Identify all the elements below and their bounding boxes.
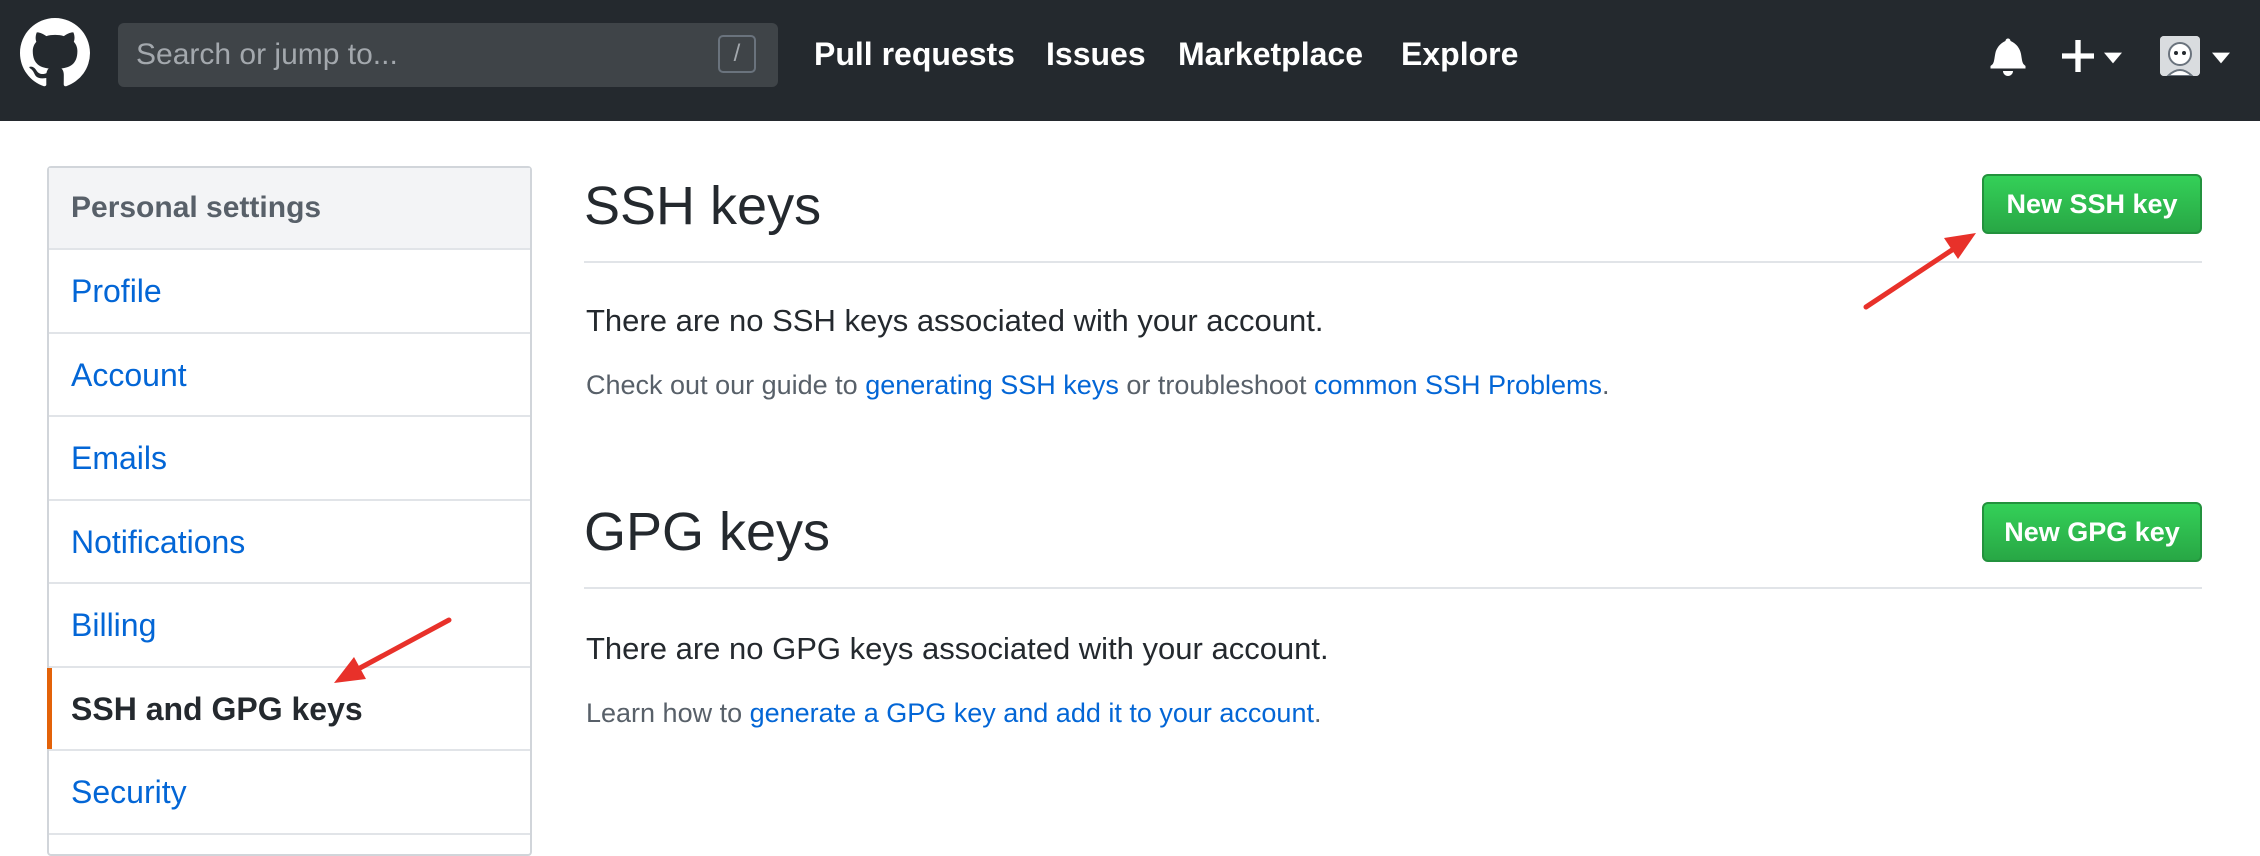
search-shortcut-badge: /: [718, 35, 756, 73]
search-input[interactable]: [136, 33, 696, 77]
sidebar-item-ssh-gpg-keys[interactable]: SSH and GPG keys: [47, 667, 530, 751]
sidebar-item-profile[interactable]: Profile: [49, 250, 530, 334]
common-ssh-problems-link[interactable]: common SSH Problems: [1314, 370, 1602, 400]
sidebar-item-notifications[interactable]: Notifications: [49, 501, 530, 584]
nav-issues[interactable]: Issues: [1046, 34, 1146, 74]
plus-icon[interactable]: [2062, 40, 2094, 72]
search-box[interactable]: /: [118, 23, 778, 87]
new-ssh-key-button[interactable]: New SSH key: [1982, 174, 2202, 234]
gpg-help-text: Learn how to generate a GPG key and add …: [586, 695, 1321, 731]
sidebar-heading: Personal settings: [49, 168, 530, 250]
avatar[interactable]: [2160, 36, 2200, 76]
gpg-hint-prefix: Learn how to: [586, 698, 750, 728]
annotation-arrow-icon: [1863, 233, 1976, 310]
gpg-keys-title: GPG keys: [584, 502, 831, 562]
bell-icon[interactable]: [1990, 36, 2026, 76]
generate-gpg-key-link[interactable]: generate a GPG key and add it to your ac…: [750, 698, 1314, 728]
divider: [584, 587, 2202, 589]
sidebar-item-security[interactable]: Security: [49, 751, 530, 835]
top-header: / Pull requests Issues Marketplace Explo…: [0, 0, 2260, 121]
new-gpg-key-button[interactable]: New GPG key: [1982, 502, 2202, 562]
ssh-hint-middle: or troubleshoot: [1118, 370, 1314, 400]
sidebar-item-billing[interactable]: Billing: [49, 584, 530, 668]
chevron-down-icon[interactable]: [2104, 52, 2122, 64]
avatar-face-icon: [2160, 36, 2200, 76]
ssh-keys-title: SSH keys: [584, 176, 822, 236]
ssh-empty-message: There are no SSH keys associated with yo…: [586, 303, 1324, 338]
sidebar-item-account[interactable]: Account: [49, 334, 530, 417]
github-logo-icon[interactable]: [20, 18, 90, 88]
chevron-down-icon[interactable]: [2212, 52, 2230, 64]
nav-marketplace[interactable]: Marketplace: [1178, 34, 1363, 74]
generating-ssh-keys-link[interactable]: generating SSH keys: [865, 370, 1119, 400]
gpg-hint-suffix: .: [1313, 698, 1322, 728]
divider: [584, 261, 2202, 263]
ssh-hint-prefix: Check out our guide to: [586, 370, 866, 400]
gpg-empty-message: There are no GPG keys associated with yo…: [586, 631, 1329, 666]
nav-pull-requests[interactable]: Pull requests: [814, 34, 1015, 74]
ssh-hint-suffix: .: [1602, 370, 1610, 400]
nav-explore[interactable]: Explore: [1401, 34, 1518, 74]
sidebar-item-emails[interactable]: Emails: [49, 417, 530, 501]
ssh-help-text: Check out our guide to generating SSH ke…: [586, 367, 1610, 403]
settings-sidebar: Personal settings Profile Account Emails…: [47, 166, 532, 856]
